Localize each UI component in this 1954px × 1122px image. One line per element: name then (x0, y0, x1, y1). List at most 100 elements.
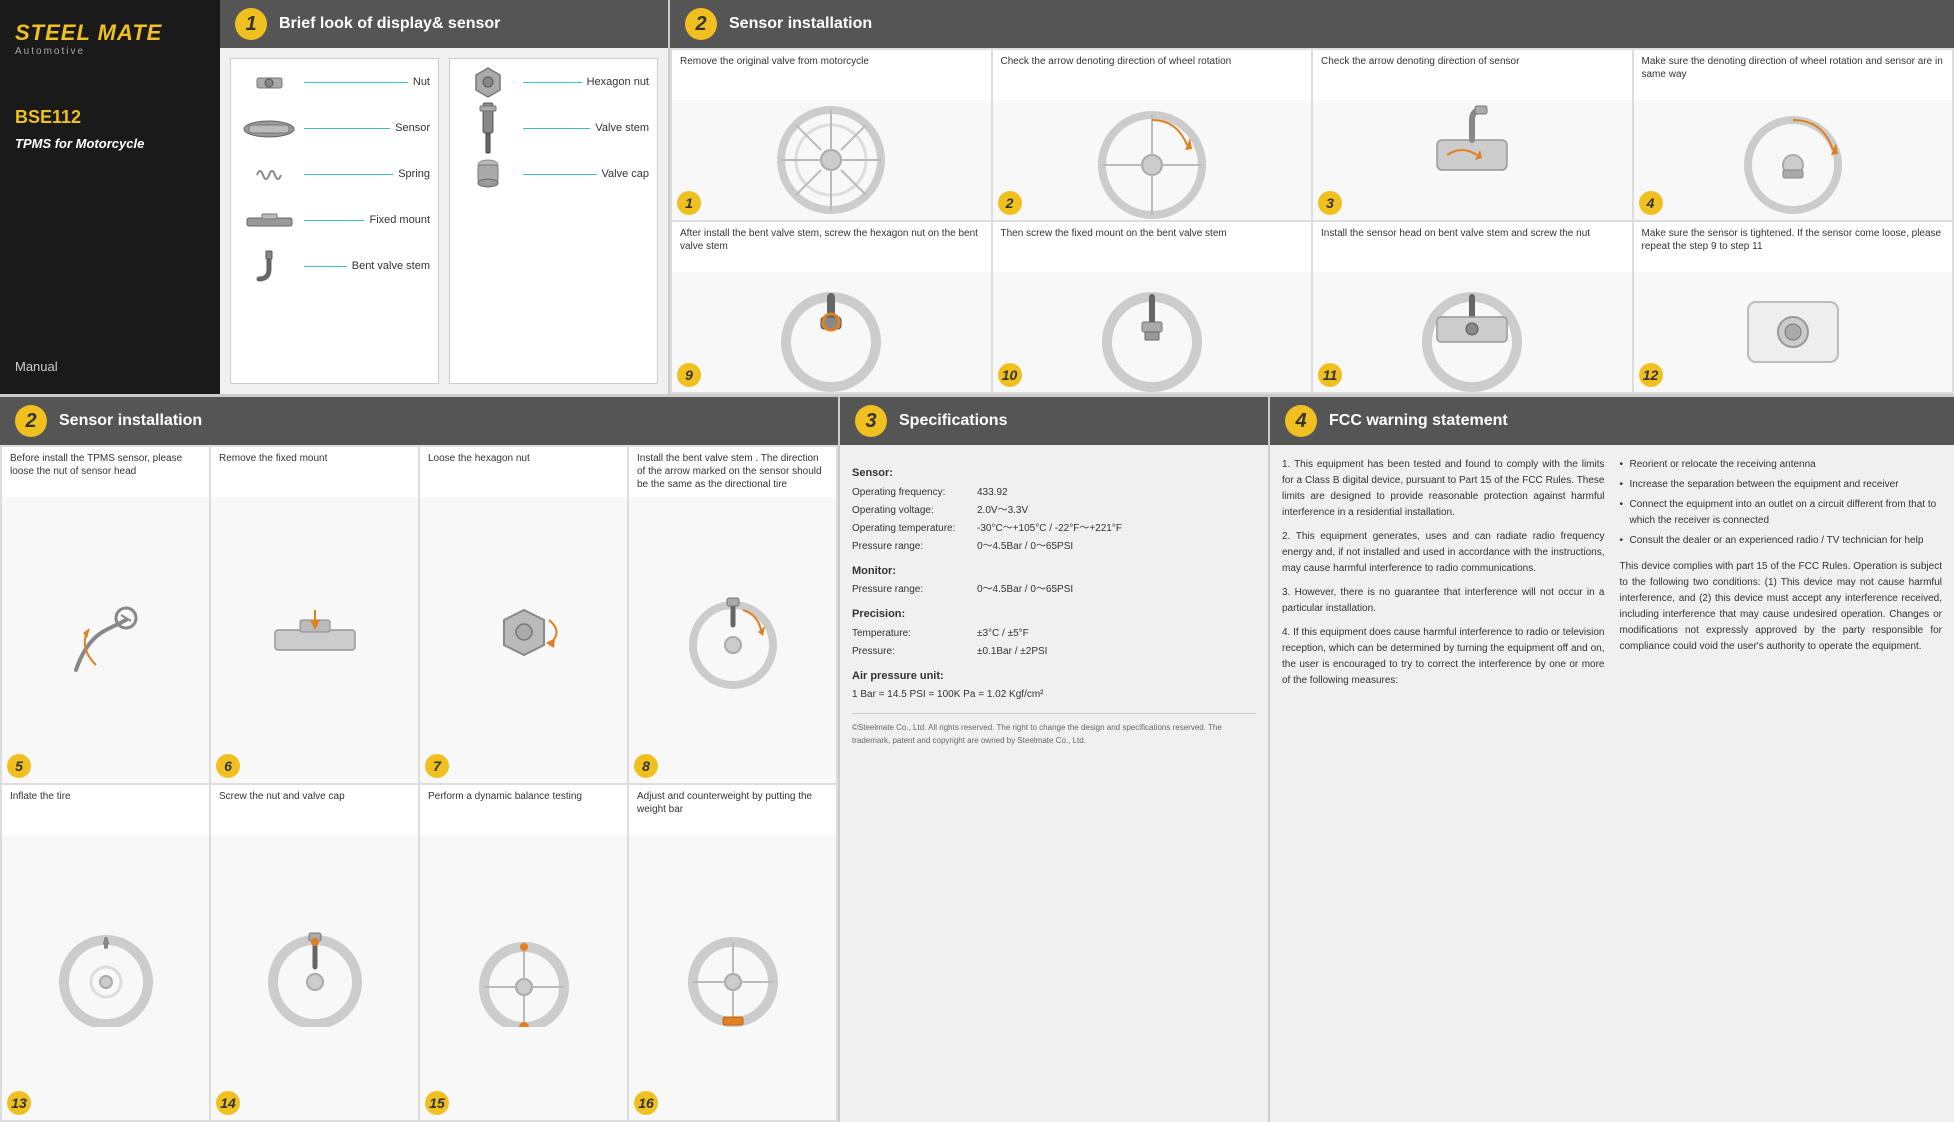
spec-volt-label: Operating voltage: (852, 503, 972, 519)
step-14-image: 14 (211, 835, 418, 1121)
top-content: 1 Brief look of display& sensor (220, 0, 1954, 394)
nut-icon (239, 67, 299, 97)
fcc-para-1: 1. This equipment has been tested and fo… (1282, 457, 1605, 521)
spec-prec-temp-label: Temperature: (852, 626, 972, 642)
step-13-num: 13 (7, 1091, 31, 1115)
specs-sensor-title: Sensor: (852, 465, 1256, 483)
step-8-image: 8 (629, 497, 836, 783)
step-2-image: 2 (993, 100, 1312, 220)
step-5-desc: Before install the TPMS sensor, please l… (2, 447, 209, 497)
brand-sub: Automotive (15, 46, 205, 57)
spec-temp-label: Operating temperature: (852, 521, 972, 537)
step-9-num: 9 (677, 363, 701, 387)
step-5-num: 5 (7, 754, 31, 778)
logo-area: STEEL MATE Automotive (15, 20, 205, 57)
spec-mon-pressure: Pressure range: 0～4.5Bar / 0～65PSI (852, 582, 1256, 598)
fcc-bullet-2: Increase the separation between the equi… (1620, 477, 1943, 493)
step-12-image: 12 (1634, 272, 1953, 392)
bottom-panel-sensor: 2 Sensor installation Before install the… (0, 397, 840, 1122)
spec-frequency: Operating frequency: 433.92 (852, 485, 1256, 501)
manual-label: Manual (15, 319, 205, 374)
valvestem-label: Valve stem (595, 122, 649, 134)
fcc-bullet-1: Reorient or relocate the receiving anten… (1620, 457, 1943, 473)
spec-press-value: 0～4.5Bar / 0～65PSI (977, 539, 1073, 555)
step-11-num: 11 (1318, 363, 1342, 387)
specs-precision-title: Precision: (852, 606, 1256, 624)
step-15-num: 15 (425, 1091, 449, 1115)
part-valvecap: Valve cap (458, 159, 649, 189)
spec-mon-press-label: Pressure range: (852, 582, 972, 598)
spec-airunit-val: 1 Bar = 14.5 PSI = 100K Pa = 1.02 Kgf/cm… (852, 687, 1044, 703)
bottom-steps-grid: Before install the TPMS sensor, please l… (0, 445, 838, 1122)
step-1-num: 1 (677, 191, 701, 215)
step-3-desc: Check the arrow denoting direction of se… (1313, 50, 1632, 100)
step-5-image: 5 (2, 497, 209, 783)
step-8: Install the bent valve stem . The direct… (629, 447, 836, 783)
valvecap-icon (458, 159, 518, 189)
parts-box-left: Nut Sensor (230, 58, 439, 384)
step-10: Then screw the fixed mount on the bent v… (993, 222, 1312, 392)
fcc-bullet-3: Connect the equipment into an outlet on … (1620, 497, 1943, 529)
part-spring: Spring (239, 159, 430, 189)
sensor-steps-top: Remove the original valve from motorcycl… (670, 48, 1954, 394)
step-6: Remove the fixed mount 6 (211, 447, 418, 783)
part-hexnut: Hexagon nut (458, 67, 649, 97)
spec-press-label: Pressure range: (852, 539, 972, 555)
step-2-num: 2 (998, 191, 1022, 215)
sensor-icon (239, 113, 299, 143)
section2-bottom-title: Sensor installation (59, 412, 202, 430)
section3-title: Specifications (899, 412, 1007, 430)
step-15: Perform a dynamic balance testing 15 (420, 785, 627, 1121)
parts-box-right: Hexagon nut (449, 58, 658, 384)
top-panels: 1 Brief look of display& sensor (220, 0, 1954, 394)
step-1-image: 1 (672, 100, 991, 220)
step-11-desc: Install the sensor head on bent valve st… (1313, 222, 1632, 272)
step-6-desc: Remove the fixed mount (211, 447, 418, 497)
model-name: BSE112 (15, 107, 205, 128)
step-13: Inflate the tire 13 (2, 785, 209, 1121)
nut-line (304, 82, 408, 83)
spec-prec-temp: Temperature: ±3°C / ±5°F (852, 626, 1256, 642)
spec-prec-press-value: ±0.1Bar / ±2PSI (977, 644, 1047, 660)
bent-valve-line (304, 266, 347, 267)
step-12-desc: Make sure the sensor is tightened. If th… (1634, 222, 1953, 272)
panel-sensor-top: 2 Sensor installation Remove the origina… (670, 0, 1954, 394)
section1-number: 1 (235, 8, 267, 40)
hexnut-label: Hexagon nut (587, 76, 649, 88)
step-9: After install the bent valve stem, screw… (672, 222, 991, 392)
panel-brief-look: 1 Brief look of display& sensor (220, 0, 670, 394)
spring-icon (239, 159, 299, 189)
step-3: Check the arrow denoting direction of se… (1313, 50, 1632, 220)
step-3-num: 3 (1318, 191, 1342, 215)
bent-valve-icon (239, 251, 299, 281)
step-4-desc: Make sure the denoting direction of whee… (1634, 50, 1953, 100)
fcc-content: 1. This equipment has been tested and fo… (1270, 445, 1954, 709)
section2-top-title: Sensor installation (729, 15, 872, 33)
step-11-image: 11 (1313, 272, 1632, 392)
section1-header: 1 Brief look of display& sensor (220, 0, 668, 48)
step-15-image: 15 (420, 835, 627, 1121)
spec-freq-label: Operating frequency: (852, 485, 972, 501)
hexnut-icon (458, 67, 518, 97)
step-8-num: 8 (634, 754, 658, 778)
hexnut-line (523, 82, 582, 83)
step-13-image: 13 (2, 835, 209, 1121)
nut-label: Nut (413, 76, 430, 88)
step-7-desc: Loose the hexagon nut (420, 447, 627, 497)
step-16: Adjust and counterweight by putting the … (629, 785, 836, 1121)
step-14-num: 14 (216, 1091, 240, 1115)
spec-freq-value: 433.92 (977, 485, 1008, 501)
section2-bottom-number: 2 (15, 405, 47, 437)
part-bent-valve: Bent valve stem (239, 251, 430, 281)
section1-title: Brief look of display& sensor (279, 15, 500, 33)
valvecap-label: Valve cap (602, 168, 650, 180)
fixed-mount-line (304, 220, 364, 221)
step-12: Make sure the sensor is tightened. If th… (1634, 222, 1953, 392)
fcc-right: Reorient or relocate the receiving anten… (1620, 457, 1943, 697)
step-15-desc: Perform a dynamic balance testing (420, 785, 627, 835)
step-3-image: 3 (1313, 100, 1632, 220)
spec-volt-value: 2.0V～3.3V (977, 503, 1028, 519)
spring-label: Spring (398, 168, 430, 180)
spring-line (304, 174, 393, 175)
spec-pressure: Pressure range: 0～4.5Bar / 0～65PSI (852, 539, 1256, 555)
